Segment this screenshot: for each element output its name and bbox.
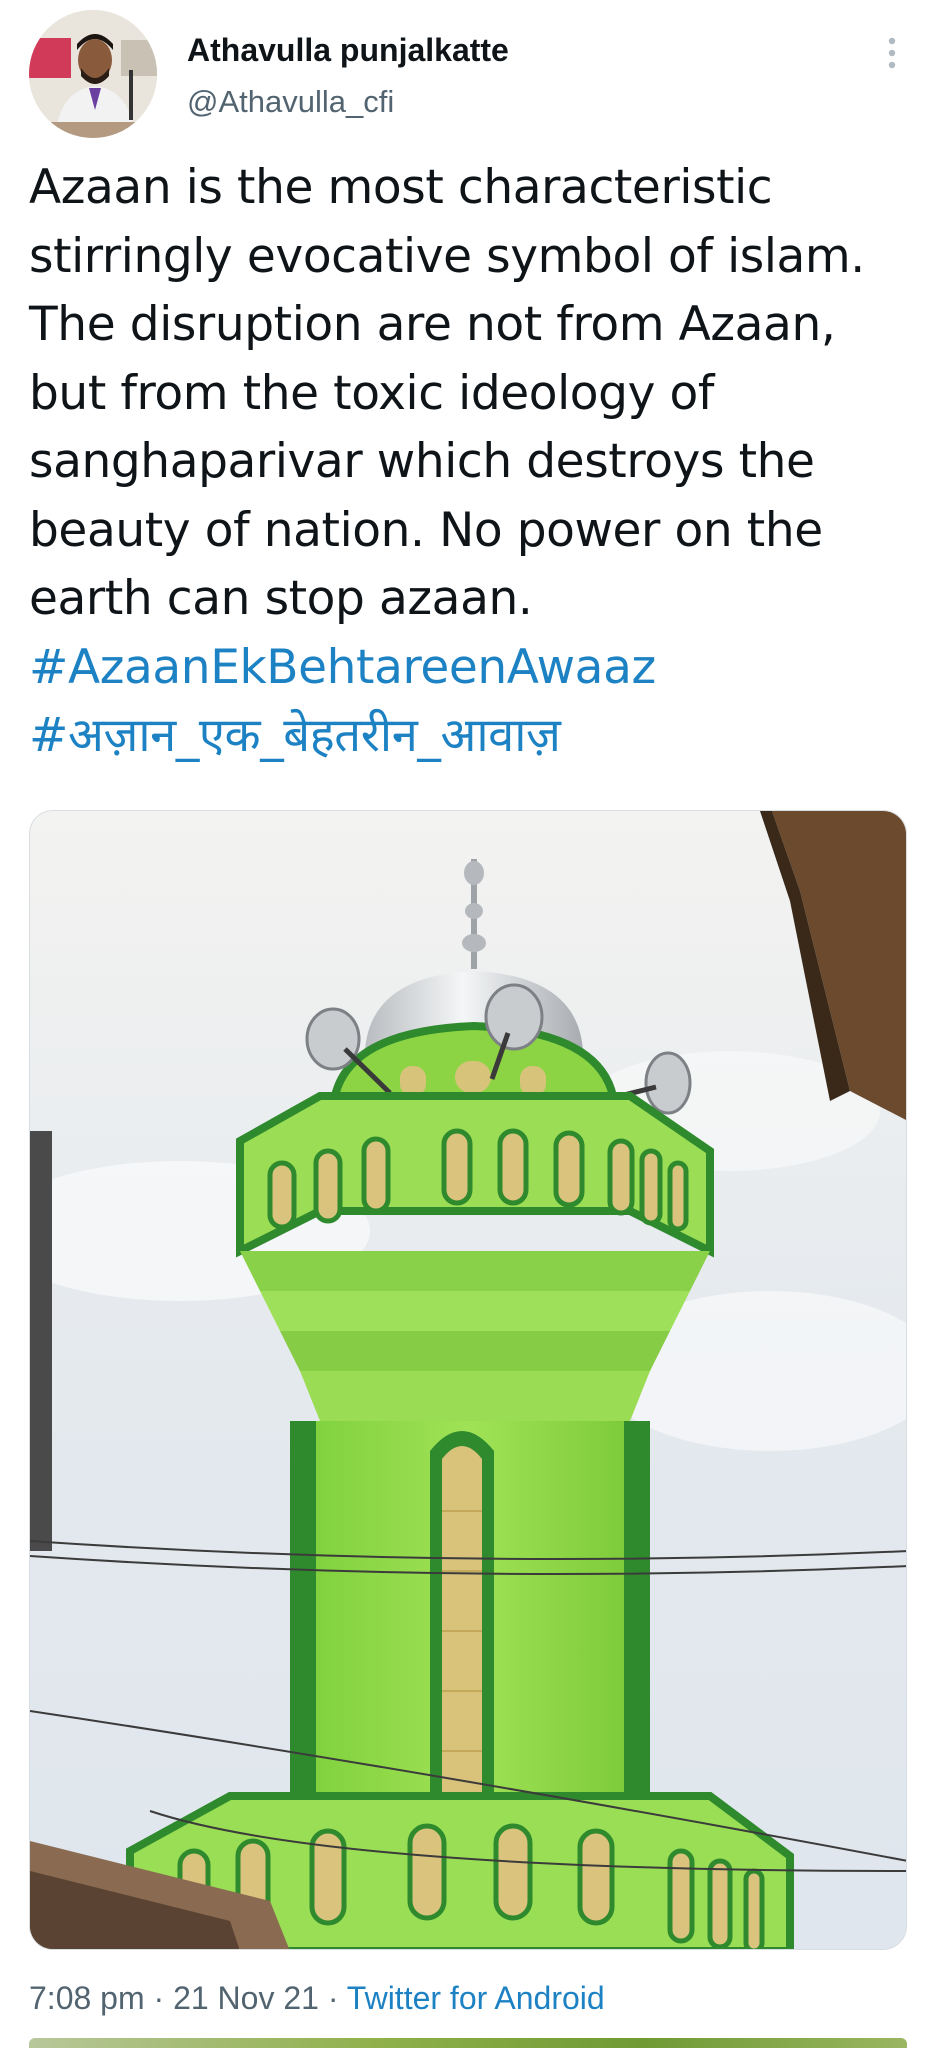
tweet: Athavulla punjalkatte @Athavulla_cfi Aza… [0, 0, 935, 2048]
tweet-text-line: stirringly evocative symbol of islam. [29, 228, 865, 284]
author-handle[interactable]: @Athavulla_cfi [187, 84, 394, 120]
tweet-meta: 7:08 pm · 21 Nov 21 · Twitter for Androi… [29, 1980, 605, 2017]
tweet-text-line: sanghaparivar which destroys the [29, 434, 815, 489]
tweet-time: 7:08 pm [29, 1980, 145, 2016]
meta-separator: · [144, 1980, 174, 2016]
tweet-source-link[interactable]: Twitter for Android [347, 1980, 605, 2016]
tweet-header: Athavulla punjalkatte @Athavulla_cfi [29, 10, 907, 140]
avatar[interactable] [29, 10, 157, 138]
tweet-text: Azaan is the most characteristic stirrin… [29, 154, 909, 771]
hashtag-link[interactable]: #अज़ान_एक_बेहतरीन_आवाज़ [29, 702, 909, 771]
tweet-text-line: earth can stop azaan. [29, 571, 533, 626]
tweet-date: 21 Nov 21 [173, 1980, 319, 2016]
meta-separator: · [318, 1980, 347, 2016]
author-name[interactable]: Athavulla punjalkatte [187, 32, 509, 69]
next-content-preview [29, 2038, 907, 2048]
tweet-text-line: The disruption are not from Azaan, [29, 297, 836, 352]
tweet-image-minaret[interactable] [29, 810, 907, 1950]
tweet-text-line: Azaan is the most characteristic [29, 160, 773, 215]
more-vertical-icon[interactable] [877, 28, 907, 78]
tweet-text-line: but from the toxic ideology of [29, 365, 715, 421]
hashtag-link[interactable]: #AzaanEkBehtareenAwaaz [29, 634, 909, 703]
tweet-text-line: beauty of nation. No power on the [29, 502, 823, 558]
